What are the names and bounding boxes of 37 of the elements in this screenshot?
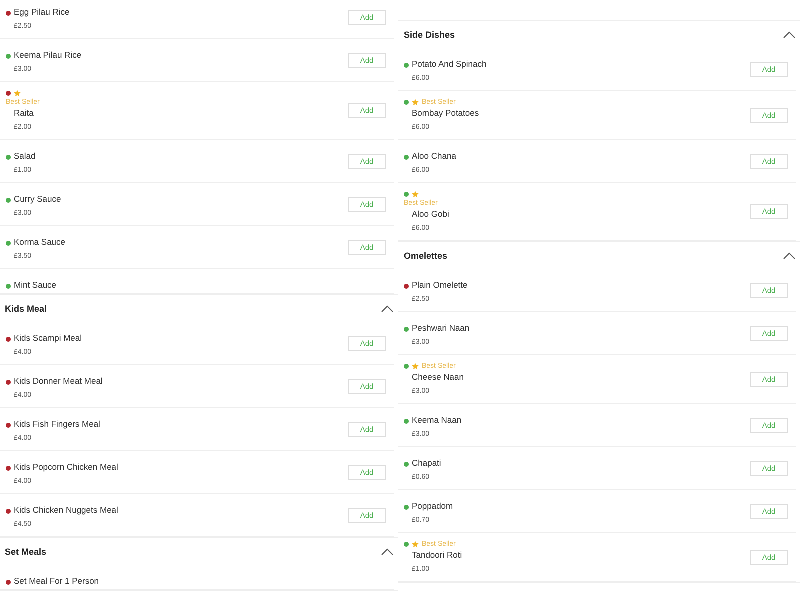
section-title: Set Meals xyxy=(5,547,47,557)
section-title: Omelettes xyxy=(404,251,448,261)
item-name: Keema Naan xyxy=(412,414,462,426)
star-icon xyxy=(412,362,419,370)
section-title: Side Dishes xyxy=(404,30,456,40)
section-title: Kids Meal xyxy=(5,304,48,314)
item-name: Salad xyxy=(14,150,36,162)
item-name: Plain Omelette xyxy=(412,279,468,291)
item-name: Peshwari Naan xyxy=(412,322,470,334)
item-name: Curry Sauce xyxy=(14,193,62,205)
chevron-icon[interactable] xyxy=(783,31,796,39)
star-icon xyxy=(412,98,419,106)
star-icon xyxy=(14,90,21,96)
item-name: Bombay Potatoes xyxy=(412,107,480,119)
item-name: Kids Popcorn Chicken Meal xyxy=(14,461,118,473)
chevron-icon[interactable] xyxy=(783,252,796,260)
star-icon xyxy=(412,540,419,548)
item-name: Korma Sauce xyxy=(14,236,66,248)
item-name: Aloo Chana xyxy=(412,150,456,162)
item-name: Keema Pilau Rice xyxy=(14,49,82,61)
item-name: Cheese Naan xyxy=(412,371,464,383)
item-name: Kids Donner Meat Meal xyxy=(14,375,103,387)
item-name: Aloo Gobi xyxy=(412,208,450,220)
item-name: Chapati xyxy=(412,457,442,469)
star-icon xyxy=(412,190,419,198)
item-name: Egg Pilau Rice xyxy=(14,6,70,18)
item-name: Poppadom xyxy=(412,500,454,512)
item-name: Kids Chicken Nuggets Meal xyxy=(14,504,118,516)
item-name: Raita xyxy=(14,107,34,119)
item-name: Tandoori Roti xyxy=(412,549,462,561)
item-name: Mint Sauce xyxy=(14,279,57,291)
item-name: Kids Scampi Meal xyxy=(14,332,82,344)
item-name: Potato And Spinach xyxy=(412,58,487,70)
chevron-icon[interactable] xyxy=(381,305,394,313)
item-name: Kids Fish Fingers Meal xyxy=(14,418,100,430)
chevron-icon[interactable] xyxy=(381,548,394,556)
item-name: Set Meal For 1 Person xyxy=(14,575,100,587)
